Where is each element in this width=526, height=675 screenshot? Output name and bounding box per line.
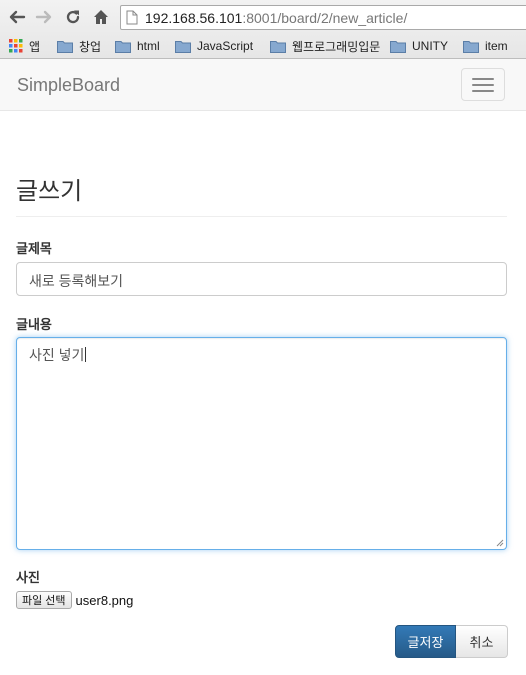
bookmark-folder-html[interactable]: html bbox=[115, 36, 175, 56]
bookmark-folder-unity[interactable]: UNITY bbox=[390, 36, 463, 56]
folder-icon bbox=[115, 40, 131, 53]
apps-grid-icon bbox=[9, 39, 23, 53]
bookmark-label: 창업 bbox=[79, 39, 102, 54]
cancel-button[interactable]: 취소 bbox=[456, 625, 508, 658]
url-host: 192.168.56.101 bbox=[145, 9, 243, 26]
navbar-brand[interactable]: SimpleBoard bbox=[17, 75, 120, 96]
hamburger-menu-icon bbox=[472, 77, 494, 80]
hamburger-menu-icon bbox=[472, 89, 494, 92]
title-input[interactable]: 새로 등록해보기 bbox=[16, 262, 507, 296]
folder-icon bbox=[270, 40, 286, 53]
bookmark-folder-item[interactable]: item bbox=[463, 36, 523, 56]
address-bar[interactable]: 192.168.56.101:8001/board/2/new_article/ bbox=[120, 5, 526, 30]
title-label: 글제목 bbox=[16, 241, 52, 256]
url-path: :8001/board/2/new_article/ bbox=[242, 9, 408, 26]
reload-button[interactable] bbox=[63, 7, 83, 27]
bookmark-label: 앱 bbox=[29, 39, 41, 54]
app-navbar: SimpleBoard bbox=[0, 59, 526, 111]
navbar-toggle-button[interactable] bbox=[461, 68, 505, 101]
text-cursor bbox=[85, 347, 87, 362]
bookmarks-bar: 앱 창업 html JavaScript 웹프로그래밍입문 UNITY item bbox=[0, 35, 526, 57]
content-label: 글내용 bbox=[16, 317, 52, 332]
page-icon bbox=[126, 10, 138, 25]
bookmark-label: 웹프로그래밍입문 bbox=[292, 39, 381, 54]
bookmark-folder-javascript[interactable]: JavaScript bbox=[175, 36, 270, 56]
content-textarea[interactable]: 사진 넣기 bbox=[16, 337, 507, 550]
bookmark-label: html bbox=[137, 39, 160, 53]
forward-arrow-icon bbox=[35, 10, 52, 24]
form-actions: 글저장 취소 bbox=[395, 625, 508, 658]
url-text: 192.168.56.101:8001/board/2/new_article/ bbox=[145, 10, 407, 26]
bookmark-apps[interactable]: 앱 bbox=[9, 36, 57, 56]
back-button[interactable] bbox=[7, 7, 27, 27]
save-button[interactable]: 글저장 bbox=[395, 625, 456, 658]
folder-icon bbox=[463, 40, 479, 53]
file-choose-button[interactable]: 파일 선택 bbox=[16, 591, 72, 609]
bookmark-label: item bbox=[485, 39, 508, 53]
file-name: user8.png bbox=[75, 592, 134, 608]
bookmark-folder-web-intro[interactable]: 웹프로그래밍입문 bbox=[270, 36, 390, 56]
folder-icon bbox=[390, 40, 406, 53]
bookmark-label: UNITY bbox=[412, 39, 448, 53]
folder-icon bbox=[57, 40, 73, 53]
reload-icon bbox=[66, 10, 80, 24]
home-button[interactable] bbox=[91, 7, 111, 27]
title-divider bbox=[16, 216, 507, 217]
content-text: 사진 넣기 bbox=[29, 347, 85, 363]
bookmark-folder-changup[interactable]: 창업 bbox=[57, 36, 115, 56]
photo-label: 사진 bbox=[16, 570, 40, 585]
bookmark-label: JavaScript bbox=[197, 39, 254, 53]
browser-chrome: 192.168.56.101:8001/board/2/new_article/… bbox=[0, 0, 526, 59]
back-arrow-icon bbox=[9, 10, 26, 24]
forward-button[interactable] bbox=[34, 7, 54, 27]
folder-icon bbox=[175, 40, 191, 53]
resize-handle-icon[interactable] bbox=[496, 539, 504, 547]
hamburger-menu-icon bbox=[472, 83, 494, 86]
home-icon bbox=[94, 10, 108, 24]
file-input: 파일 선택 user8.png bbox=[16, 591, 133, 609]
page-title: 글쓰기 bbox=[16, 178, 83, 205]
